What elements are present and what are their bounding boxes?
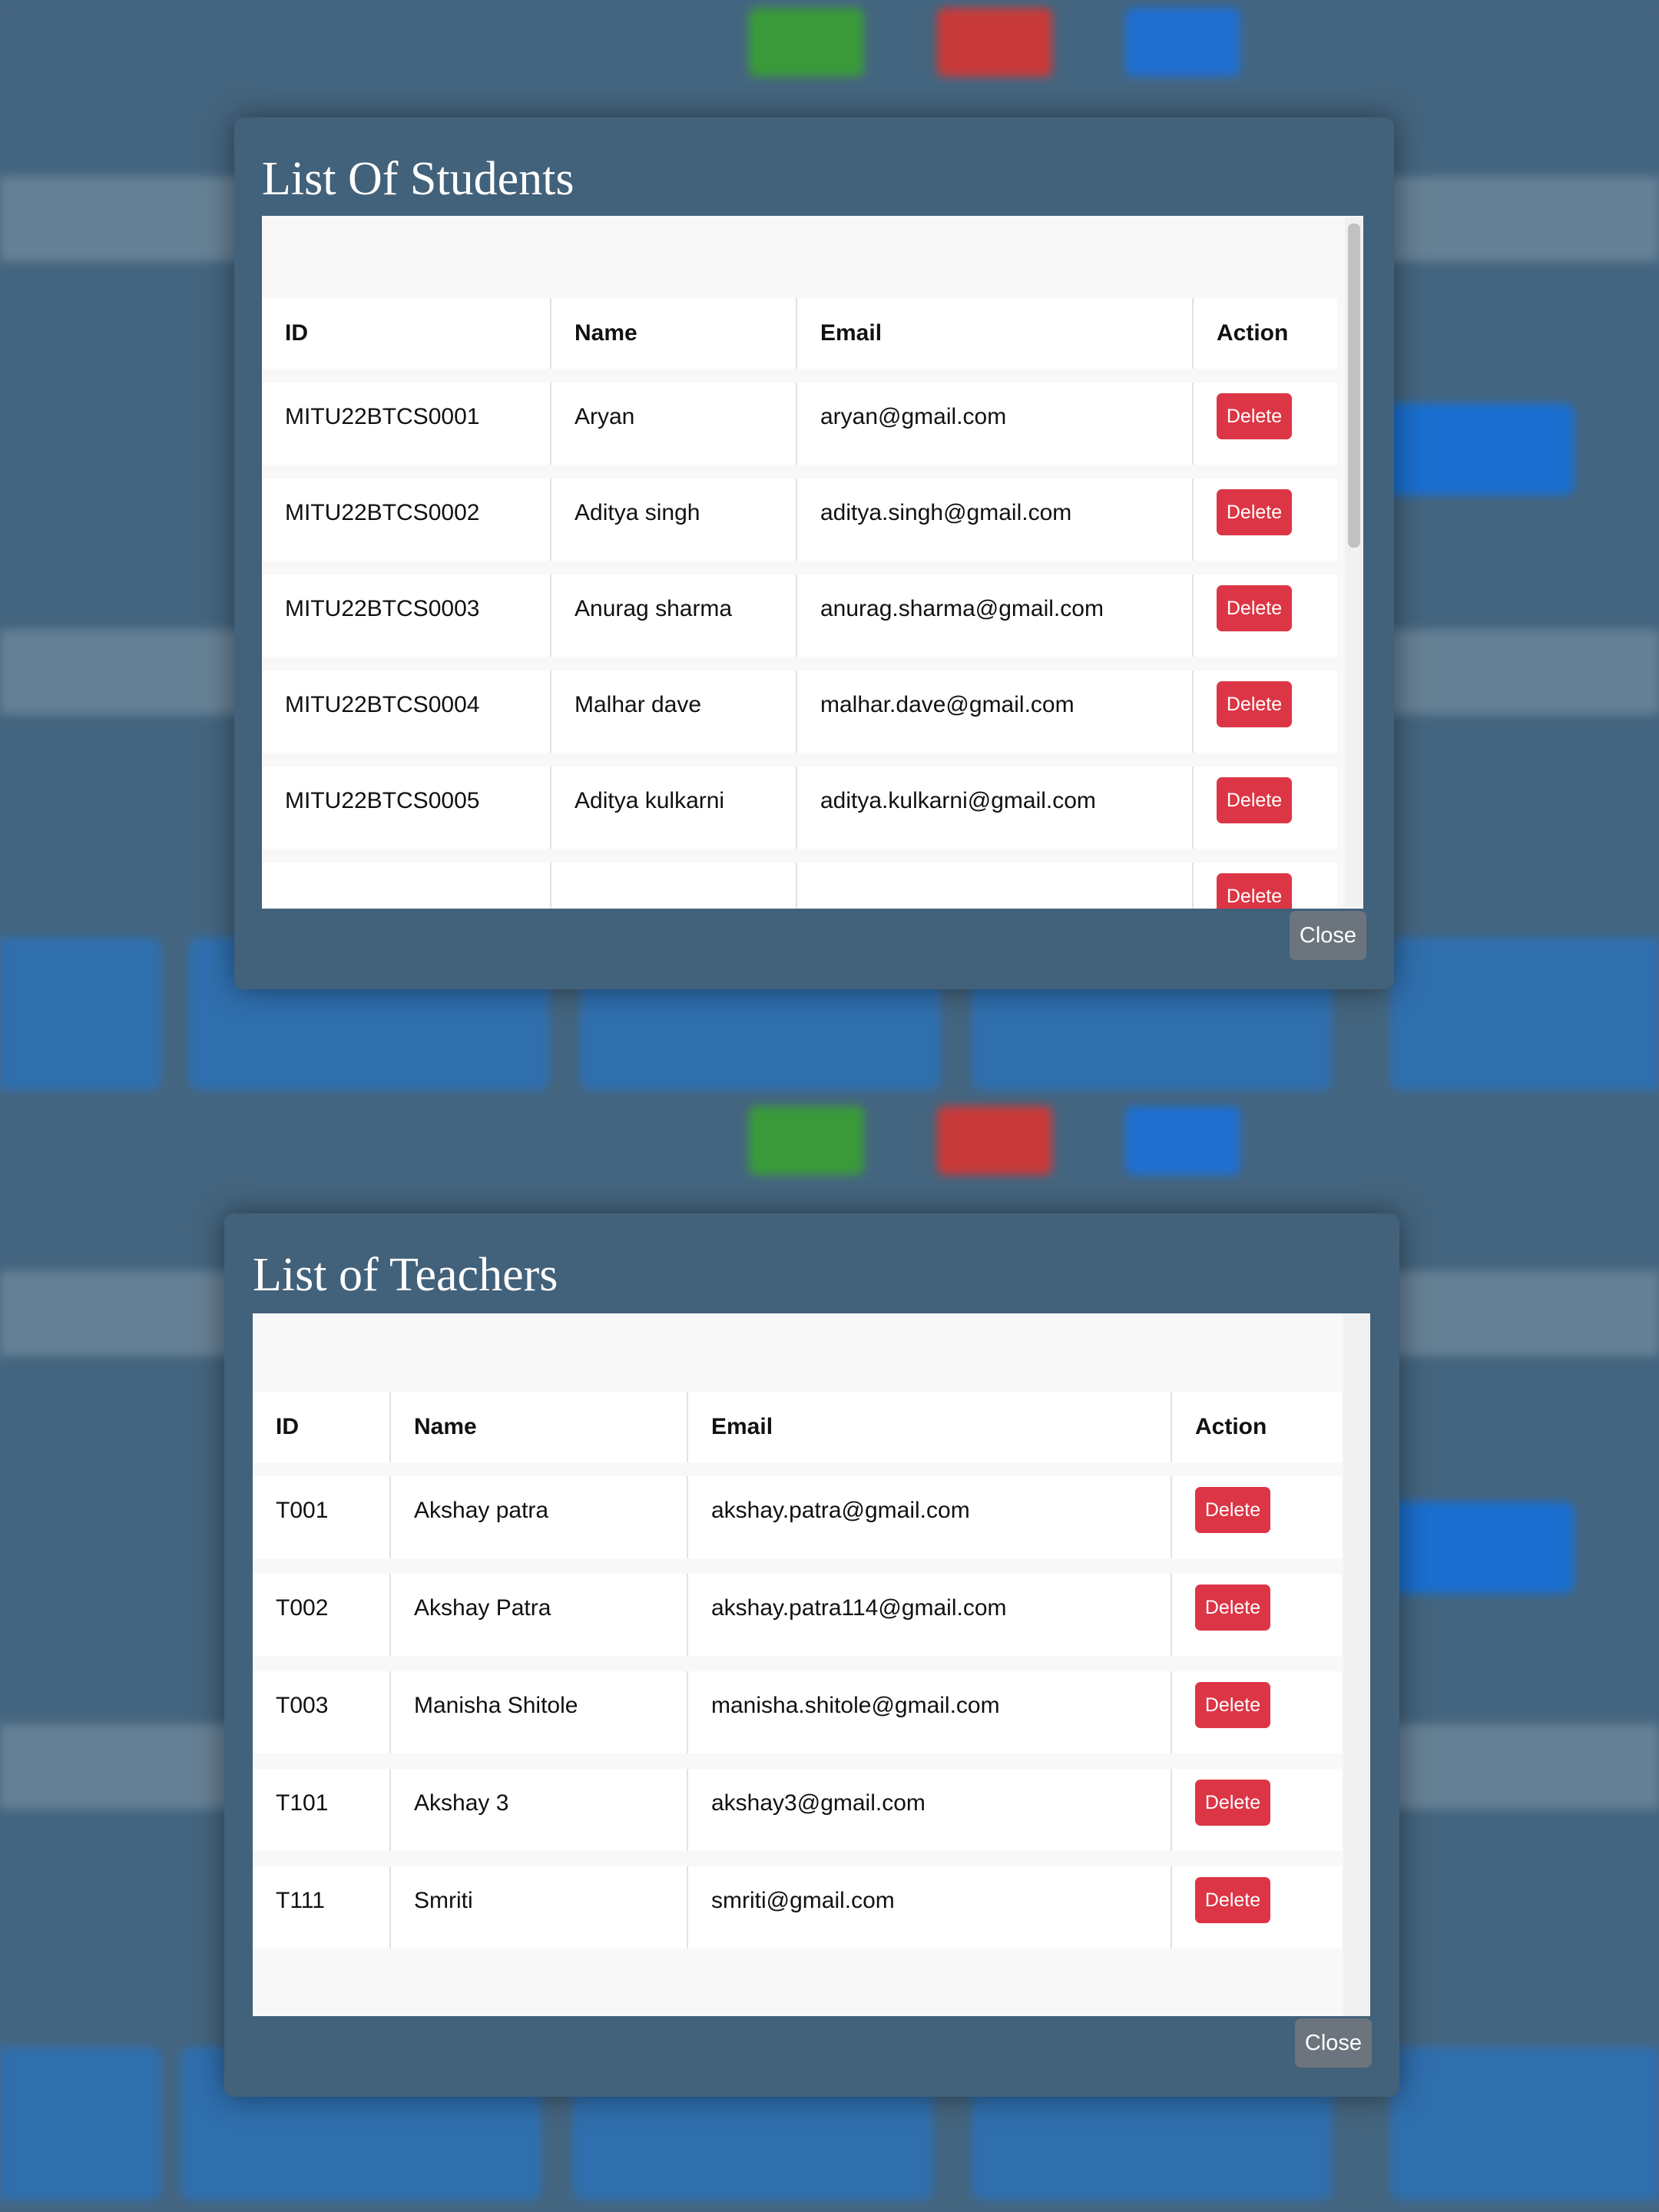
table-row: MITU22BTCS0002 Aditya singh aditya.singh@g…: [262, 478, 1337, 561]
delete-button[interactable]: Delete: [1217, 873, 1292, 909]
teachers-scrollbar-track[interactable]: [1343, 1313, 1370, 2016]
cell-id: T111: [253, 1866, 391, 1949]
table-row: MITU22BTCS0005 Aditya kulkarni aditya.kulk…: [262, 767, 1337, 849]
teachers-modal-title: List of Teachers: [253, 1249, 558, 1301]
column-header-name: Name: [391, 1392, 688, 1462]
delete-button[interactable]: Delete: [1217, 585, 1292, 631]
delete-button[interactable]: Delete: [1217, 489, 1292, 535]
table-row: Delete: [262, 863, 1337, 909]
delete-button[interactable]: Delete: [1195, 1877, 1270, 1923]
cell-action: Delete: [1194, 863, 1337, 909]
cell-id: T003: [253, 1671, 391, 1753]
cell-name: Anurag sharma: [551, 575, 797, 657]
column-header-email: Email: [688, 1392, 1172, 1462]
background-button-green: [749, 8, 864, 77]
students-modal-title: List Of Students: [262, 153, 575, 205]
cell-id: MITU22BTCS0003: [262, 575, 551, 657]
background-pill: [1382, 403, 1575, 495]
column-header-id: ID: [262, 298, 551, 369]
table-row: T003 Manisha Shitole manisha.shitole@gmail…: [253, 1671, 1342, 1753]
cell-name: Smriti: [391, 1866, 688, 1949]
table-header-row: ID Name Email Action: [253, 1392, 1342, 1462]
cell-id: T101: [253, 1769, 391, 1851]
table-row: MITU22BTCS0003 Anurag sharma anurag.sharma…: [262, 575, 1337, 657]
cell-action: Delete: [1194, 671, 1337, 753]
cell-name: Aryan: [551, 382, 797, 465]
cell-email: aryan@gmail.com: [797, 382, 1194, 465]
cell-name: Akshay 3: [391, 1769, 688, 1851]
delete-button[interactable]: Delete: [1195, 1780, 1270, 1826]
students-close-button[interactable]: Close: [1290, 911, 1366, 960]
cell-name: Aditya singh: [551, 478, 797, 561]
delete-button[interactable]: Delete: [1195, 1487, 1270, 1533]
students-modal: List Of Students IDNameEmail Action MITU22…: [234, 118, 1394, 989]
cell-id: T002: [253, 1574, 391, 1656]
background-button-red: [937, 8, 1052, 77]
table-row: T002 Akshay Patra akshay.patra114@gmail.co…: [253, 1574, 1342, 1656]
table-row: MITU22BTCS0001 Aryan aryan@gmail.com Delete: [262, 382, 1337, 465]
cell-id: T001: [253, 1476, 391, 1558]
cell-action: Delete: [1194, 478, 1337, 561]
column-header-action: Action: [1195, 1414, 1267, 1439]
column-header-email: Email: [797, 298, 1194, 369]
cell-name: Aditya kulkarni: [551, 767, 797, 849]
cell-email: anurag.sharma@gmail.com: [797, 575, 1194, 657]
background-pill: [1382, 1502, 1575, 1594]
delete-button[interactable]: Delete: [1217, 681, 1292, 727]
column-header-id: ID: [253, 1392, 391, 1462]
cell-name: Malhar dave: [551, 671, 797, 753]
cell-action: Delete: [1194, 575, 1337, 657]
cell-id: MITU22BTCS0002: [262, 478, 551, 561]
table-row: MITU22BTCS0004 Malhar dave malhar.dave@gma…: [262, 671, 1337, 753]
cell-action: Delete: [1172, 1866, 1342, 1949]
delete-button[interactable]: Delete: [1217, 393, 1292, 439]
students-scrollbar-thumb[interactable]: [1348, 224, 1360, 548]
cell-name: Akshay patra: [391, 1476, 688, 1558]
cell-email: akshay3@gmail.com: [688, 1769, 1172, 1851]
cell-email: [797, 863, 1194, 909]
cell-name: [551, 863, 797, 909]
cell-action: Delete: [1172, 1671, 1342, 1753]
background-button-red: [937, 1106, 1052, 1175]
background-card: [1390, 2047, 1659, 2200]
table-row: T001 Akshay patra akshay.patra@gmail.com De…: [253, 1476, 1342, 1558]
delete-button[interactable]: Delete: [1195, 1682, 1270, 1728]
cell-email: akshay.patra@gmail.com: [688, 1476, 1172, 1558]
cell-email: aditya.singh@gmail.com: [797, 478, 1194, 561]
delete-button[interactable]: Delete: [1217, 777, 1292, 823]
column-header-name: Name: [551, 298, 797, 369]
background-button-blue: [1125, 8, 1240, 77]
cell-email: aditya.kulkarni@gmail.com: [797, 767, 1194, 849]
column-header-action: Action: [1217, 320, 1289, 346]
cell-name: Manisha Shitole: [391, 1671, 688, 1753]
cell-id: MITU22BTCS0001: [262, 382, 551, 465]
cell-action: Delete: [1194, 382, 1337, 465]
cell-email: manisha.shitole@gmail.com: [688, 1671, 1172, 1753]
cell-action: Delete: [1172, 1769, 1342, 1851]
cell-id: MITU22BTCS0004: [262, 671, 551, 753]
cell-email: malhar.dave@gmail.com: [797, 671, 1194, 753]
delete-button[interactable]: Delete: [1195, 1584, 1270, 1631]
teachers-table-scroll-area[interactable]: ID Name Email Action T001 Akshay patra akshay.…: [253, 1313, 1370, 2016]
cell-action: Delete: [1172, 1574, 1342, 1656]
cell-id: MITU22BTCS0005: [262, 767, 551, 849]
background-card: [0, 2047, 161, 2200]
background-button-green: [749, 1106, 864, 1175]
table-row: T101 Akshay 3 akshay3@gmail.com Delete: [253, 1769, 1342, 1851]
table-header-row: ID Name Email Action: [262, 298, 1337, 369]
background-card: [0, 937, 161, 1091]
cell-email: akshay.patra114@gmail.com: [688, 1574, 1172, 1656]
cell-action: Delete: [1194, 767, 1337, 849]
cell-email: smriti@gmail.com: [688, 1866, 1172, 1949]
cell-action: Delete: [1172, 1476, 1342, 1558]
background-card: [1390, 937, 1659, 1091]
teachers-close-button[interactable]: Close: [1295, 2018, 1372, 2068]
background-button-blue: [1125, 1106, 1240, 1175]
teachers-modal: List of Teachers IDNameEmailActionT001Ak…: [224, 1214, 1399, 2097]
cell-id: [262, 863, 551, 909]
students-table-scroll-area[interactable]: ID Name Email Action MITU22BTCS0001 Aryan arya…: [262, 216, 1363, 909]
table-row: T111 Smriti smriti@gmail.com Delete: [253, 1866, 1342, 1949]
cell-name: Akshay Patra: [391, 1574, 688, 1656]
